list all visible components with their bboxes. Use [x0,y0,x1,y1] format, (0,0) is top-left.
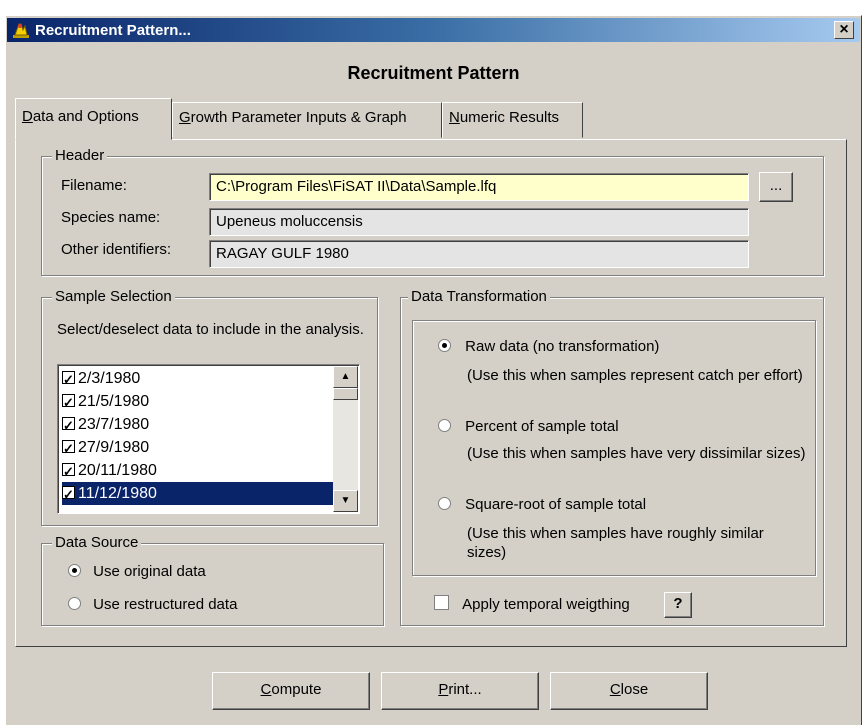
raw-data-description: (Use this when samples represent catch p… [467,367,803,384]
list-item[interactable]: 27/9/1980 [62,436,336,460]
scroll-down-button[interactable]: ▼ [333,490,358,512]
radio-icon[interactable] [68,597,81,610]
percent-description: (Use this when samples have very dissimi… [467,445,806,462]
page-title: Recruitment Pattern [347,63,520,83]
scroll-thumb[interactable] [333,388,358,400]
browse-button[interactable]: ... [759,172,793,202]
header-legend: Header [52,147,108,164]
species-name-label: Species name: [61,209,161,226]
radio-square-root-of-sample-total[interactable]: Square-root of sample total [438,496,646,513]
data-source-group [41,543,384,626]
list-item-selected[interactable]: 11/12/1980 [62,482,336,506]
radio-icon[interactable] [438,339,451,352]
radio-icon[interactable] [438,419,451,432]
sample-selection-legend: Sample Selection [52,288,175,305]
checkbox-icon[interactable] [62,368,75,391]
list-item[interactable]: 20/11/1980 [62,459,336,483]
sample-selection-instruction: Select/deselect data to include in the a… [57,321,364,338]
radio-raw-data[interactable]: Raw data (no transformation) [438,338,659,355]
radio-icon[interactable] [438,497,451,510]
filename-field[interactable]: C:\Program Files\FiSAT II\Data\Sample.lf… [209,173,749,201]
checkbox-icon[interactable] [434,595,449,610]
radio-use-original-data[interactable]: Use original data [68,563,206,580]
help-button[interactable]: ? [664,592,692,618]
list-scrollbar[interactable]: ▲ ▼ [333,366,358,512]
list-item[interactable]: 21/5/1980 [62,390,336,414]
arrow-down-icon: ▼ [340,495,351,506]
list-item[interactable]: 2/3/1980 [62,367,336,391]
close-window-button[interactable]: × [834,21,854,39]
scroll-up-button[interactable]: ▲ [333,366,358,388]
window-title: Recruitment Pattern... [35,22,191,39]
other-identifiers-field[interactable]: RAGAY GULF 1980 [209,240,749,268]
radio-icon[interactable] [68,564,81,577]
close-button[interactable]: Close [550,672,708,710]
tab-numeric-results[interactable]: Numeric Results [442,102,583,138]
list-item[interactable]: 23/7/1980 [62,413,336,437]
square-root-description: (Use this when samples have roughly simi… [467,525,764,561]
temporal-weighting-checkbox[interactable]: Apply temporal weigthing [434,595,630,613]
arrow-up-icon: ▲ [340,371,351,382]
filename-label: Filename: [61,177,127,194]
checkbox-icon[interactable] [62,414,75,437]
close-icon: × [839,21,849,38]
tab-growth-parameter-inputs-graph[interactable]: Growth Parameter Inputs & Graph [172,102,442,138]
data-source-legend: Data Source [52,534,142,551]
radio-use-restructured-data[interactable]: Use restructured data [68,596,237,613]
fisat-app-icon [11,21,31,39]
checkbox-icon[interactable] [62,483,75,506]
tab-data-and-options[interactable]: Data and Options [15,98,172,140]
radio-percent-of-sample-total[interactable]: Percent of sample total [438,418,619,435]
other-identifiers-label: Other identifiers: [61,241,172,258]
checkbox-icon[interactable] [62,437,75,460]
data-transformation-legend: Data Transformation [408,288,550,305]
species-name-field[interactable]: Upeneus moluccensis [209,208,749,236]
sample-list[interactable]: 2/3/1980 21/5/1980 23/7/1980 27/9/1980 2… [57,364,360,514]
checkbox-icon[interactable] [62,460,75,483]
compute-button[interactable]: Compute [212,672,370,710]
print-button[interactable]: Print... [381,672,539,710]
checkbox-icon[interactable] [62,391,75,414]
